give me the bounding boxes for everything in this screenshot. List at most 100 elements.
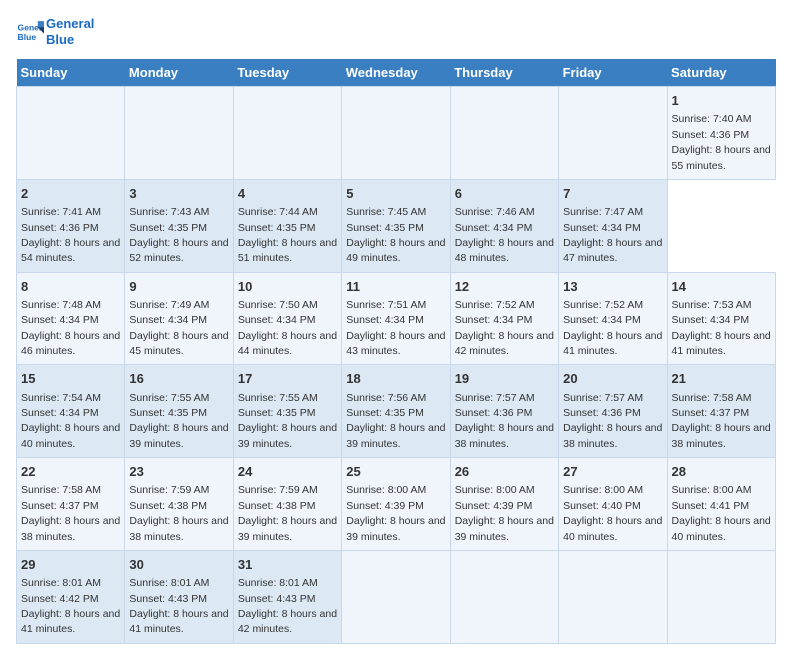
header-tuesday: Tuesday bbox=[233, 59, 341, 87]
day-number: 27 bbox=[563, 463, 662, 481]
day-info: Sunrise: 7:52 AM Sunset: 4:34 PM Dayligh… bbox=[563, 299, 662, 357]
calendar-week-row: 1 Sunrise: 7:40 AM Sunset: 4:36 PM Dayli… bbox=[17, 87, 776, 180]
day-info: Sunrise: 7:49 AM Sunset: 4:34 PM Dayligh… bbox=[129, 299, 228, 357]
calendar-cell: 30 Sunrise: 8:01 AM Sunset: 4:43 PM Dayl… bbox=[125, 550, 233, 643]
calendar-cell: 31 Sunrise: 8:01 AM Sunset: 4:43 PM Dayl… bbox=[233, 550, 341, 643]
day-number: 12 bbox=[455, 278, 554, 296]
day-number: 22 bbox=[21, 463, 120, 481]
day-info: Sunrise: 7:58 AM Sunset: 4:37 PM Dayligh… bbox=[672, 392, 771, 450]
day-info: Sunrise: 7:54 AM Sunset: 4:34 PM Dayligh… bbox=[21, 392, 120, 450]
calendar-header-row: SundayMondayTuesdayWednesdayThursdayFrid… bbox=[17, 59, 776, 87]
calendar-cell: 11 Sunrise: 7:51 AM Sunset: 4:34 PM Dayl… bbox=[342, 272, 450, 365]
day-info: Sunrise: 7:53 AM Sunset: 4:34 PM Dayligh… bbox=[672, 299, 771, 357]
calendar-cell: 27 Sunrise: 8:00 AM Sunset: 4:40 PM Dayl… bbox=[559, 458, 667, 551]
calendar-cell: 19 Sunrise: 7:57 AM Sunset: 4:36 PM Dayl… bbox=[450, 365, 558, 458]
day-info: Sunrise: 7:56 AM Sunset: 4:35 PM Dayligh… bbox=[346, 392, 445, 450]
day-info: Sunrise: 8:00 AM Sunset: 4:41 PM Dayligh… bbox=[672, 484, 771, 542]
calendar-cell bbox=[667, 550, 775, 643]
day-info: Sunrise: 7:58 AM Sunset: 4:37 PM Dayligh… bbox=[21, 484, 120, 542]
calendar-cell: 1 Sunrise: 7:40 AM Sunset: 4:36 PM Dayli… bbox=[667, 87, 775, 180]
day-info: Sunrise: 7:43 AM Sunset: 4:35 PM Dayligh… bbox=[129, 206, 228, 264]
day-info: Sunrise: 7:44 AM Sunset: 4:35 PM Dayligh… bbox=[238, 206, 337, 264]
day-info: Sunrise: 7:45 AM Sunset: 4:35 PM Dayligh… bbox=[346, 206, 445, 264]
header-saturday: Saturday bbox=[667, 59, 775, 87]
day-info: Sunrise: 8:00 AM Sunset: 4:39 PM Dayligh… bbox=[346, 484, 445, 542]
day-number: 24 bbox=[238, 463, 337, 481]
day-info: Sunrise: 8:01 AM Sunset: 4:42 PM Dayligh… bbox=[21, 577, 120, 635]
calendar-cell: 15 Sunrise: 7:54 AM Sunset: 4:34 PM Dayl… bbox=[17, 365, 125, 458]
calendar-cell: 4 Sunrise: 7:44 AM Sunset: 4:35 PM Dayli… bbox=[233, 179, 341, 272]
svg-text:Blue: Blue bbox=[18, 31, 37, 41]
day-info: Sunrise: 7:52 AM Sunset: 4:34 PM Dayligh… bbox=[455, 299, 554, 357]
calendar-week-row: 15 Sunrise: 7:54 AM Sunset: 4:34 PM Dayl… bbox=[17, 365, 776, 458]
day-number: 17 bbox=[238, 370, 337, 388]
day-info: Sunrise: 7:40 AM Sunset: 4:36 PM Dayligh… bbox=[672, 113, 771, 171]
calendar-cell: 28 Sunrise: 8:00 AM Sunset: 4:41 PM Dayl… bbox=[667, 458, 775, 551]
day-number: 3 bbox=[129, 185, 228, 203]
day-info: Sunrise: 7:59 AM Sunset: 4:38 PM Dayligh… bbox=[238, 484, 337, 542]
day-info: Sunrise: 7:57 AM Sunset: 4:36 PM Dayligh… bbox=[455, 392, 554, 450]
calendar-cell: 20 Sunrise: 7:57 AM Sunset: 4:36 PM Dayl… bbox=[559, 365, 667, 458]
day-info: Sunrise: 7:48 AM Sunset: 4:34 PM Dayligh… bbox=[21, 299, 120, 357]
calendar-cell: 23 Sunrise: 7:59 AM Sunset: 4:38 PM Dayl… bbox=[125, 458, 233, 551]
day-number: 8 bbox=[21, 278, 120, 296]
calendar-cell: 3 Sunrise: 7:43 AM Sunset: 4:35 PM Dayli… bbox=[125, 179, 233, 272]
calendar-cell: 24 Sunrise: 7:59 AM Sunset: 4:38 PM Dayl… bbox=[233, 458, 341, 551]
day-info: Sunrise: 8:00 AM Sunset: 4:39 PM Dayligh… bbox=[455, 484, 554, 542]
calendar-cell: 17 Sunrise: 7:55 AM Sunset: 4:35 PM Dayl… bbox=[233, 365, 341, 458]
day-number: 9 bbox=[129, 278, 228, 296]
day-number: 21 bbox=[672, 370, 771, 388]
calendar-cell bbox=[233, 87, 341, 180]
day-info: Sunrise: 7:55 AM Sunset: 4:35 PM Dayligh… bbox=[129, 392, 228, 450]
day-number: 16 bbox=[129, 370, 228, 388]
calendar-cell: 29 Sunrise: 8:01 AM Sunset: 4:42 PM Dayl… bbox=[17, 550, 125, 643]
calendar-table: SundayMondayTuesdayWednesdayThursdayFrid… bbox=[16, 59, 776, 644]
calendar-cell: 10 Sunrise: 7:50 AM Sunset: 4:34 PM Dayl… bbox=[233, 272, 341, 365]
day-number: 4 bbox=[238, 185, 337, 203]
day-info: Sunrise: 7:55 AM Sunset: 4:35 PM Dayligh… bbox=[238, 392, 337, 450]
header-monday: Monday bbox=[125, 59, 233, 87]
calendar-week-row: 22 Sunrise: 7:58 AM Sunset: 4:37 PM Dayl… bbox=[17, 458, 776, 551]
calendar-cell bbox=[125, 87, 233, 180]
calendar-cell bbox=[559, 550, 667, 643]
day-number: 13 bbox=[563, 278, 662, 296]
calendar-cell bbox=[559, 87, 667, 180]
header-sunday: Sunday bbox=[17, 59, 125, 87]
day-number: 15 bbox=[21, 370, 120, 388]
calendar-cell: 22 Sunrise: 7:58 AM Sunset: 4:37 PM Dayl… bbox=[17, 458, 125, 551]
calendar-cell: 2 Sunrise: 7:41 AM Sunset: 4:36 PM Dayli… bbox=[17, 179, 125, 272]
day-number: 20 bbox=[563, 370, 662, 388]
day-number: 19 bbox=[455, 370, 554, 388]
calendar-cell: 16 Sunrise: 7:55 AM Sunset: 4:35 PM Dayl… bbox=[125, 365, 233, 458]
day-info: Sunrise: 7:50 AM Sunset: 4:34 PM Dayligh… bbox=[238, 299, 337, 357]
calendar-cell: 6 Sunrise: 7:46 AM Sunset: 4:34 PM Dayli… bbox=[450, 179, 558, 272]
calendar-cell bbox=[450, 87, 558, 180]
calendar-cell: 21 Sunrise: 7:58 AM Sunset: 4:37 PM Dayl… bbox=[667, 365, 775, 458]
day-info: Sunrise: 8:00 AM Sunset: 4:40 PM Dayligh… bbox=[563, 484, 662, 542]
day-number: 10 bbox=[238, 278, 337, 296]
calendar-cell: 8 Sunrise: 7:48 AM Sunset: 4:34 PM Dayli… bbox=[17, 272, 125, 365]
day-number: 2 bbox=[21, 185, 120, 203]
day-info: Sunrise: 7:46 AM Sunset: 4:34 PM Dayligh… bbox=[455, 206, 554, 264]
day-number: 5 bbox=[346, 185, 445, 203]
day-number: 30 bbox=[129, 556, 228, 574]
calendar-cell: 25 Sunrise: 8:00 AM Sunset: 4:39 PM Dayl… bbox=[342, 458, 450, 551]
calendar-cell bbox=[342, 87, 450, 180]
calendar-cell: 9 Sunrise: 7:49 AM Sunset: 4:34 PM Dayli… bbox=[125, 272, 233, 365]
calendar-cell: 7 Sunrise: 7:47 AM Sunset: 4:34 PM Dayli… bbox=[559, 179, 667, 272]
logo-text: General Blue bbox=[46, 16, 94, 47]
calendar-cell bbox=[17, 87, 125, 180]
day-number: 29 bbox=[21, 556, 120, 574]
day-number: 7 bbox=[563, 185, 662, 203]
calendar-cell: 12 Sunrise: 7:52 AM Sunset: 4:34 PM Dayl… bbox=[450, 272, 558, 365]
day-number: 23 bbox=[129, 463, 228, 481]
calendar-cell: 5 Sunrise: 7:45 AM Sunset: 4:35 PM Dayli… bbox=[342, 179, 450, 272]
header-thursday: Thursday bbox=[450, 59, 558, 87]
day-number: 6 bbox=[455, 185, 554, 203]
day-info: Sunrise: 7:47 AM Sunset: 4:34 PM Dayligh… bbox=[563, 206, 662, 264]
calendar-week-row: 29 Sunrise: 8:01 AM Sunset: 4:42 PM Dayl… bbox=[17, 550, 776, 643]
day-info: Sunrise: 7:51 AM Sunset: 4:34 PM Dayligh… bbox=[346, 299, 445, 357]
calendar-week-row: 2 Sunrise: 7:41 AM Sunset: 4:36 PM Dayli… bbox=[17, 179, 776, 272]
calendar-cell: 14 Sunrise: 7:53 AM Sunset: 4:34 PM Dayl… bbox=[667, 272, 775, 365]
calendar-cell: 18 Sunrise: 7:56 AM Sunset: 4:35 PM Dayl… bbox=[342, 365, 450, 458]
